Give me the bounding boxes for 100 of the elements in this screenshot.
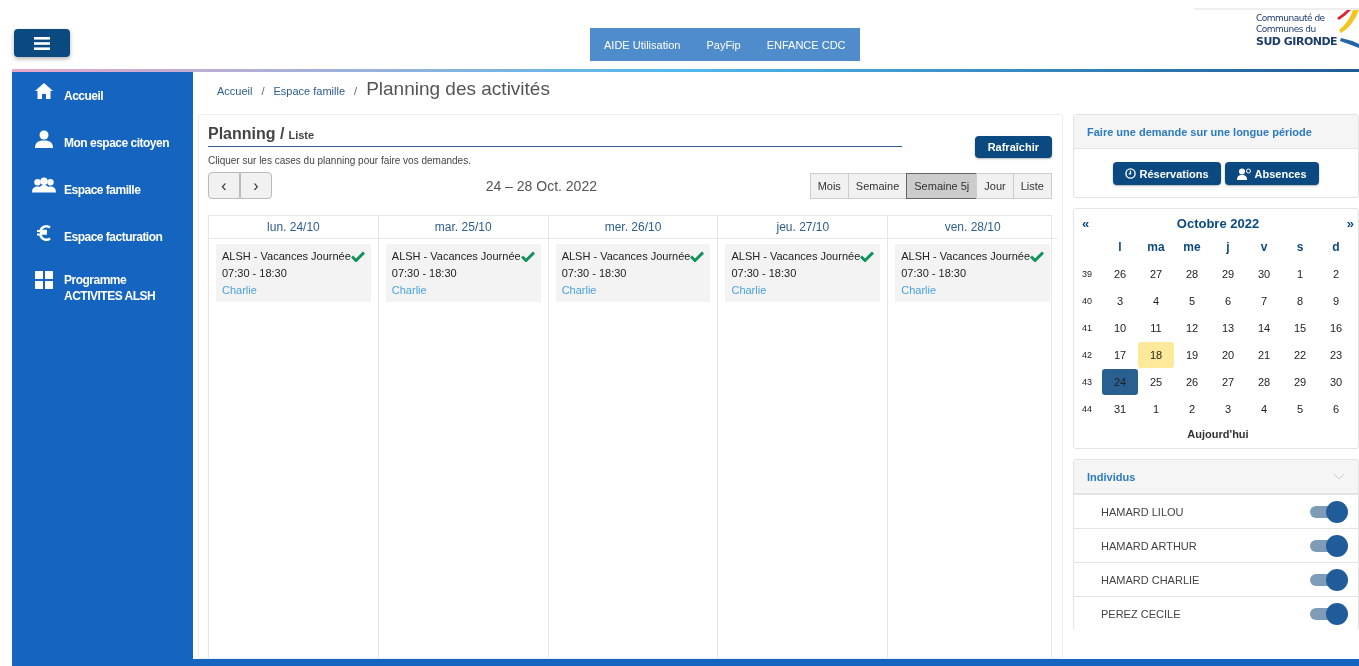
weekday-label: j [1225,239,1231,254]
logo-text: SUD GIRONDE [1256,36,1338,47]
refresh-button[interactable]: Rafraîchir [974,136,1052,158]
event-card[interactable]: ALSH - Vacances Journée 07:30 - 18:30 Charlie [555,244,711,302]
home-icon [35,83,53,99]
calendar-day[interactable]: 20 [1210,341,1246,368]
view-tab[interactable]: Mois [809,172,849,199]
day-header: lun. 24/10 [209,216,378,239]
view-tab[interactable]: Jour [976,172,1014,199]
next-month-link[interactable]: » [1346,215,1354,231]
event-title: ALSH - Vacances Journée [222,250,351,262]
calendar-day[interactable]: 31 [1102,395,1138,422]
planning-title: Planning / [208,125,285,143]
calendar-day[interactable]: 3 [1210,395,1246,422]
sidebar-item[interactable]: Accueil [12,80,193,127]
calendar-day[interactable]: 5 [1282,395,1318,422]
calendar-day[interactable]: 10 [1102,314,1138,341]
view-tab[interactable]: Liste [1012,172,1052,199]
calendar-day[interactable]: 15 [1282,314,1318,341]
day-header: mer. 26/10 [548,216,718,239]
event-time: 07:30 - 18:30 [222,267,288,279]
next-button[interactable]: › [240,172,272,199]
calendar-day[interactable]: 27 [1210,368,1246,395]
calendar-day[interactable]: 16 [1318,314,1354,341]
event-title: ALSH - Vacances Journée [901,250,1031,262]
calendar-day[interactable]: 29 [1282,368,1318,395]
calendar-day[interactable]: 6 [1318,395,1354,422]
weekday-label: d [1331,239,1341,254]
event-card[interactable]: ALSH - Vacances Journée 07:30 - 18:30 Charlie [385,244,541,302]
today-link[interactable]: Aujourd'hui [1082,428,1354,440]
previous-button[interactable]: ‹ [208,172,240,199]
logo-text: Communauté de [1256,14,1325,23]
calendar-day[interactable]: 12 [1174,314,1210,341]
calendar-day[interactable]: 28 [1246,368,1282,395]
calendar-day[interactable]: 19 [1174,341,1210,368]
group-icon [32,177,56,193]
nav-link[interactable]: PayFip [706,38,741,51]
calendar-day[interactable]: 6 [1210,287,1246,314]
calendar-day[interactable]: 23 [1318,341,1354,368]
calendar-day[interactable]: 1 [1138,395,1174,422]
calendar-day[interactable]: 7 [1246,287,1282,314]
weekday-label: l [1117,239,1123,254]
calendar-day[interactable]: 2 [1318,260,1354,287]
calendar-day[interactable]: 30 [1318,368,1354,395]
calendar-day[interactable]: 4 [1138,287,1174,314]
person-name: PEREZ CECILE [1101,607,1181,620]
nav-link[interactable]: AIDE Utilisation [604,38,681,51]
calendar-day[interactable]: 9 [1318,287,1354,314]
event-child: Charlie [561,284,598,296]
calendar-day[interactable]: 26 [1102,260,1138,287]
planning-subtitle: Liste [288,129,315,141]
event-child: Charlie [222,284,258,296]
calendar-day[interactable]: 11 [1138,314,1174,341]
toggle-switch[interactable] [1310,534,1348,557]
calendar-day[interactable]: 21 [1246,341,1282,368]
sidebar-item[interactable]: Mon espace citoyen [12,127,193,174]
calendar-day[interactable]: 13 [1210,314,1246,341]
calendar-day[interactable]: 2 [1174,395,1210,422]
sidebar-item[interactable]: Programme ACTIVITES ALSH [12,268,193,315]
calendar-day[interactable]: 8 [1282,287,1318,314]
calendar-day[interactable]: 30 [1246,260,1282,287]
event-card[interactable]: ALSH - Vacances Journée 07:30 - 18:30 Charlie [725,244,881,302]
menu-button[interactable] [14,29,70,57]
nav-link[interactable]: ENFANCE CDC [766,38,846,51]
breadcrumb-link[interactable]: Accueil [217,85,253,97]
toggle-switch[interactable] [1310,568,1348,591]
calendar-day[interactable]: 29 [1210,260,1246,287]
calendar-day[interactable]: 22 [1282,341,1318,368]
toggle-switch[interactable] [1310,500,1348,523]
event-card[interactable]: ALSH - Vacances Journée 07:30 - 18:30 Charlie [216,244,371,302]
calendar-day[interactable]: 1 [1282,260,1318,287]
calendar-day[interactable]: 26 [1174,368,1210,395]
event-title: ALSH - Vacances Journée [731,250,861,262]
view-tab[interactable]: Semaine 5j [906,172,978,199]
absences-button[interactable]: Absences [1224,162,1319,185]
view-tab[interactable]: Semaine [847,172,908,199]
event-time: 07:30 - 18:30 [901,267,968,279]
weekday-label: me [1182,239,1202,254]
sidebar-item[interactable]: Espace famille [12,174,193,221]
event-title: ALSH - Vacances Journée [561,250,691,262]
date-range: 24 – 28 Oct. 2022 [485,177,597,194]
breadcrumb-separator: / [261,85,265,97]
calendar-day[interactable]: 4 [1246,395,1282,422]
day-header: ven. 28/10 [888,216,1058,239]
calendar-day[interactable]: 17 [1102,341,1138,368]
person-name: HAMARD ARTHUR [1101,539,1197,552]
calendar-day[interactable]: 28 [1174,260,1210,287]
calendar-day[interactable]: 18 [1138,341,1174,368]
logo-swoosh-icon [1337,10,1359,48]
event-card[interactable]: ALSH - Vacances Journée 07:30 - 18:30 Charlie [895,244,1051,302]
reservations-button[interactable]: Réservations [1113,162,1221,185]
calendar-day[interactable]: 3 [1102,287,1138,314]
calendar-day[interactable]: 5 [1174,287,1210,314]
calendar-day[interactable]: 14 [1246,314,1282,341]
calendar-day[interactable]: 27 [1138,260,1174,287]
toggle-switch[interactable] [1310,602,1348,625]
previous-month-link[interactable]: « [1082,215,1090,231]
sidebar-item[interactable]: Espace facturation [12,221,193,268]
breadcrumb-link[interactable]: Espace famille [273,85,346,97]
calendar-day[interactable]: 25 [1138,368,1174,395]
